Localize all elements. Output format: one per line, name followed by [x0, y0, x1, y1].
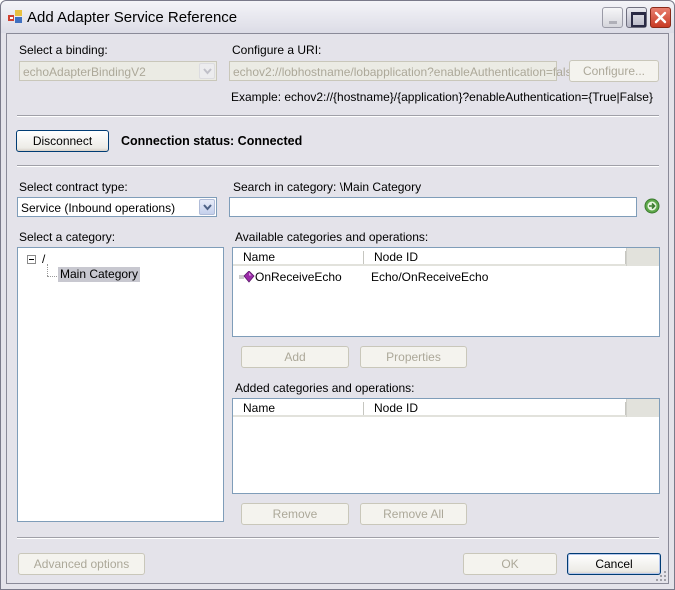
available-label: Available categories and operations:	[235, 230, 429, 244]
category-label: Select a category:	[19, 230, 116, 244]
remove-button[interactable]: Remove	[241, 503, 349, 525]
header-filler	[626, 248, 659, 266]
disconnect-button[interactable]: Disconnect	[16, 130, 109, 152]
column-header-node-id[interactable]: Node ID	[374, 401, 418, 415]
connection-status: Connection status: Connected	[121, 134, 303, 148]
available-list[interactable]: Name Node ID OnReceiveEcho Echo/OnReceiv…	[232, 247, 660, 337]
search-label: Search in category: \Main Category	[233, 180, 422, 194]
column-divider[interactable]	[363, 251, 364, 264]
contract-type-value: Service (Inbound operations)	[21, 201, 176, 215]
binding-label: Select a binding:	[19, 43, 108, 57]
window-title: Add Adapter Service Reference	[27, 9, 238, 26]
binding-combo[interactable]: echoAdapterBindingV2	[19, 61, 217, 81]
header-filler	[626, 399, 659, 417]
separator	[17, 537, 659, 539]
tree-connector	[47, 276, 57, 277]
title-bar[interactable]: Add Adapter Service Reference	[1, 1, 674, 33]
collapse-icon[interactable]	[27, 255, 36, 264]
separator	[17, 115, 659, 117]
resize-grip-icon[interactable]	[655, 570, 667, 582]
uri-example: Example: echov2://{hostname}/{applicatio…	[231, 90, 653, 104]
column-header-name[interactable]: Name	[243, 250, 275, 264]
advanced-options-button[interactable]: Advanced options	[18, 553, 145, 575]
contract-type-combo[interactable]: Service (Inbound operations)	[17, 197, 217, 217]
cancel-button[interactable]: Cancel	[567, 553, 661, 575]
go-arrow-icon[interactable]	[644, 198, 660, 214]
minimize-button[interactable]	[602, 7, 623, 28]
dialog-client: Select a binding: echoAdapterBindingV2 C…	[6, 33, 669, 584]
uri-value: echov2://lobhostname/lobapplication?enab…	[233, 65, 579, 79]
search-input[interactable]	[229, 197, 637, 217]
binding-value: echoAdapterBindingV2	[23, 65, 146, 79]
maximize-button[interactable]	[626, 7, 647, 28]
column-header-node-id[interactable]: Node ID	[374, 250, 418, 264]
table-row[interactable]: OnReceiveEcho Echo/OnReceiveEcho	[233, 269, 659, 285]
chevron-down-icon[interactable]	[199, 63, 215, 79]
added-list[interactable]: Name Node ID	[232, 398, 660, 494]
tree-root[interactable]: /	[42, 252, 45, 266]
tree-connector	[47, 264, 48, 276]
tree-item-main-category[interactable]: Main Category	[58, 267, 141, 282]
list-header: Name Node ID	[233, 399, 659, 417]
app-icon	[8, 10, 22, 23]
category-tree[interactable]: / Main Category	[17, 247, 224, 522]
chevron-down-icon[interactable]	[199, 199, 215, 215]
uri-input[interactable]: echov2://lobhostname/lobapplication?enab…	[229, 61, 578, 81]
remove-all-button[interactable]: Remove All	[360, 503, 467, 525]
close-icon	[654, 11, 667, 24]
column-header-name[interactable]: Name	[243, 401, 275, 415]
uri-label: Configure a URI:	[232, 43, 322, 57]
added-label: Added categories and operations:	[235, 381, 415, 395]
list-header: Name Node ID	[233, 248, 659, 266]
separator	[17, 165, 659, 167]
add-button[interactable]: Add	[241, 346, 349, 368]
row-name: OnReceiveEcho	[255, 270, 342, 284]
properties-button[interactable]: Properties	[360, 346, 467, 368]
row-node-id: Echo/OnReceiveEcho	[371, 270, 489, 284]
contract-type-label: Select contract type:	[19, 180, 128, 194]
ok-button[interactable]: OK	[463, 553, 557, 575]
column-divider[interactable]	[363, 402, 364, 415]
dialog-window: Add Adapter Service Reference Select a b…	[0, 0, 675, 590]
configure-button[interactable]: Configure...	[569, 60, 659, 82]
close-button[interactable]	[650, 7, 671, 28]
operation-icon	[239, 271, 255, 283]
